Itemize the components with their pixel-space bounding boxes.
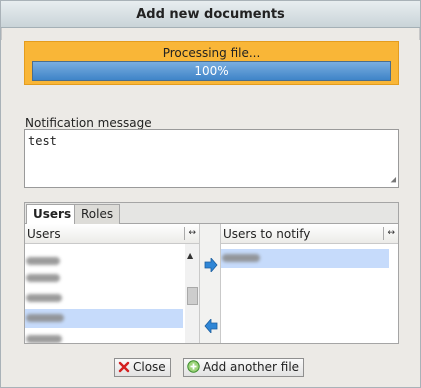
- redacted-name: [26, 314, 64, 322]
- resize-grip-icon[interactable]: ◢: [391, 176, 396, 185]
- recipients-panel: Users Roles Users ↔ ▲ Users to notify ↔: [24, 202, 399, 344]
- users-to-notify-header-label: Users to notify: [223, 227, 311, 241]
- arrow-left-icon[interactable]: [204, 319, 218, 333]
- progress-panel: Processing file... 100%: [24, 41, 399, 85]
- tab-users[interactable]: Users: [26, 204, 79, 225]
- add-another-file-label: Add another file: [203, 360, 300, 374]
- available-list-scrollbar[interactable]: ▲ ▼: [185, 244, 199, 343]
- redacted-name: [26, 257, 60, 265]
- list-item[interactable]: [25, 330, 183, 343]
- arrow-right-icon[interactable]: [204, 258, 218, 272]
- redacted-name: [26, 274, 60, 282]
- column-resize-icon[interactable]: ↔: [184, 227, 196, 240]
- left-edge-mark: [1, 28, 2, 40]
- add-plus-icon: [187, 360, 200, 373]
- close-button[interactable]: Close: [114, 358, 171, 377]
- list-item[interactable]: [25, 289, 183, 308]
- redacted-name: [26, 335, 62, 343]
- notification-label: Notification message: [25, 116, 152, 130]
- dialog-title: Add new documents: [1, 1, 420, 28]
- redacted-name: [222, 254, 260, 262]
- column-resize-icon[interactable]: ↔: [383, 227, 395, 240]
- progress-label: Processing file...: [162, 46, 261, 60]
- users-to-notify-header[interactable]: Users to notify ↔: [221, 224, 398, 244]
- users-to-notify-list[interactable]: Users to notify ↔: [221, 224, 398, 343]
- available-users-header-label: Users: [27, 227, 61, 241]
- right-edge-mark: [419, 28, 420, 40]
- progress-bar: 100%: [32, 61, 391, 81]
- add-documents-dialog: Add new documents Processing file... 100…: [0, 0, 421, 388]
- tab-roles[interactable]: Roles: [74, 204, 121, 224]
- add-another-file-button[interactable]: Add another file: [183, 358, 305, 377]
- progress-percent: 100%: [194, 64, 229, 78]
- notification-textarea[interactable]: test ◢: [24, 129, 399, 188]
- list-item[interactable]: [221, 249, 389, 268]
- close-x-icon: [118, 361, 130, 373]
- scroll-up-icon[interactable]: ▲: [187, 252, 193, 260]
- scroll-thumb[interactable]: [187, 287, 198, 305]
- list-item[interactable]: [25, 309, 183, 328]
- notification-text: test: [28, 134, 57, 148]
- close-button-label: Close: [133, 360, 166, 374]
- tab-strip: Users Roles: [25, 203, 398, 225]
- move-buttons-column: [199, 224, 221, 343]
- redacted-name: [26, 294, 62, 302]
- available-users-list[interactable]: Users ↔ ▲ ▼: [25, 224, 199, 343]
- available-users-header[interactable]: Users ↔: [25, 224, 199, 244]
- list-item[interactable]: [25, 269, 183, 288]
